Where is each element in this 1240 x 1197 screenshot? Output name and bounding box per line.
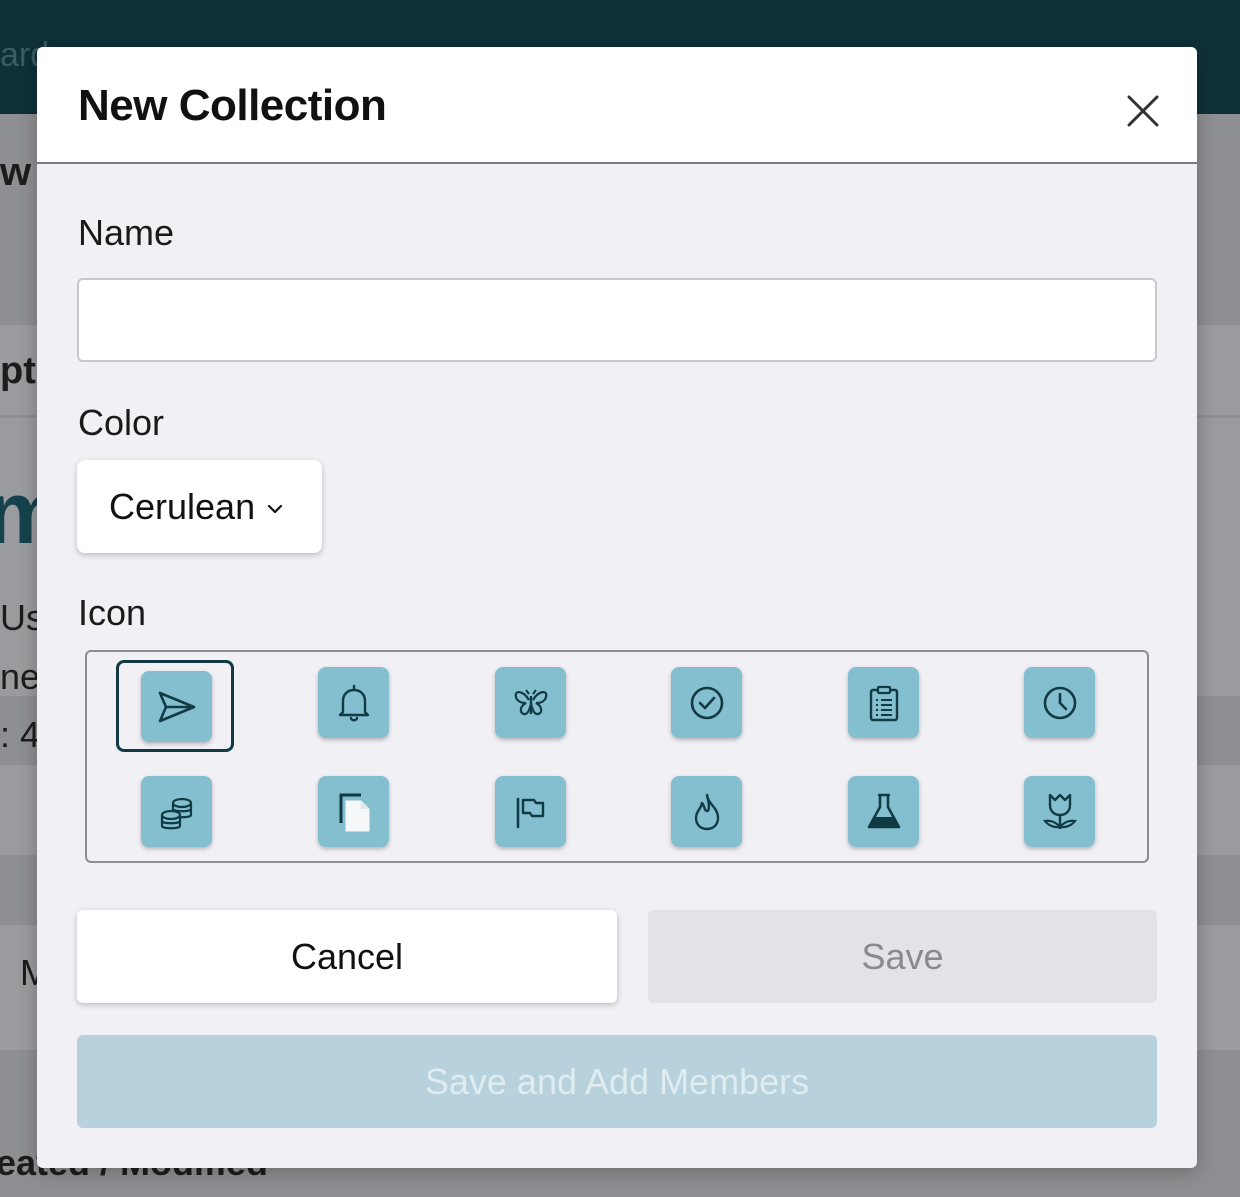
color-label: Color	[78, 402, 165, 443]
bell-icon	[338, 684, 369, 721]
bg-fragment: : 4	[0, 714, 41, 755]
icon-option-check-circle[interactable]	[671, 667, 742, 738]
clipboard-icon	[869, 685, 898, 721]
icon-option-flask[interactable]	[848, 776, 919, 847]
cancel-button[interactable]: Cancel	[77, 910, 617, 1003]
icon-option-clipboard[interactable]	[848, 667, 919, 738]
coins-icon	[160, 797, 192, 829]
save-and-add-members-button[interactable]: Save and Add Members	[77, 1035, 1157, 1128]
name-label: Name	[78, 212, 175, 253]
save-button[interactable]: Save	[648, 910, 1157, 1003]
icon-option-butterfly[interactable]	[495, 667, 566, 738]
icon-option-tulip[interactable]	[1024, 776, 1095, 847]
copy-icon	[339, 793, 369, 831]
fire-icon	[694, 793, 719, 830]
icon-picker	[85, 650, 1149, 863]
bg-fragment: ne	[0, 656, 41, 697]
icon-label: Icon	[78, 592, 147, 633]
name-input[interactable]	[77, 278, 1157, 362]
color-select[interactable]: Cerulean	[77, 460, 322, 553]
icon-option-flag[interactable]	[495, 776, 566, 847]
icon-option-coins[interactable]	[141, 776, 212, 847]
bg-fragment: w	[0, 150, 32, 194]
icon-option-copy[interactable]	[318, 776, 389, 847]
flag-icon	[516, 797, 544, 828]
color-selected-value: Cerulean	[109, 485, 256, 527]
dialog-header: New Collection	[37, 47, 1197, 164]
new-collection-dialog: New Collection Name Color Cerulean Icon	[37, 47, 1197, 1168]
tulip-icon	[1042, 793, 1077, 829]
dialog-title: New Collection	[78, 81, 387, 130]
chevron-down-icon	[267, 504, 283, 513]
icon-option-bell[interactable]	[318, 667, 389, 738]
close-icon	[1127, 95, 1159, 127]
flask-icon	[867, 793, 900, 828]
check-circle-icon	[690, 686, 723, 719]
icon-option-paper-plane[interactable]	[141, 671, 212, 742]
icon-option-clock[interactable]	[1024, 667, 1095, 738]
close-button[interactable]	[1121, 89, 1165, 133]
paper-plane-icon	[158, 691, 195, 722]
icon-option-fire[interactable]	[671, 776, 742, 847]
clock-icon	[1043, 686, 1076, 719]
butterfly-icon	[514, 688, 547, 715]
